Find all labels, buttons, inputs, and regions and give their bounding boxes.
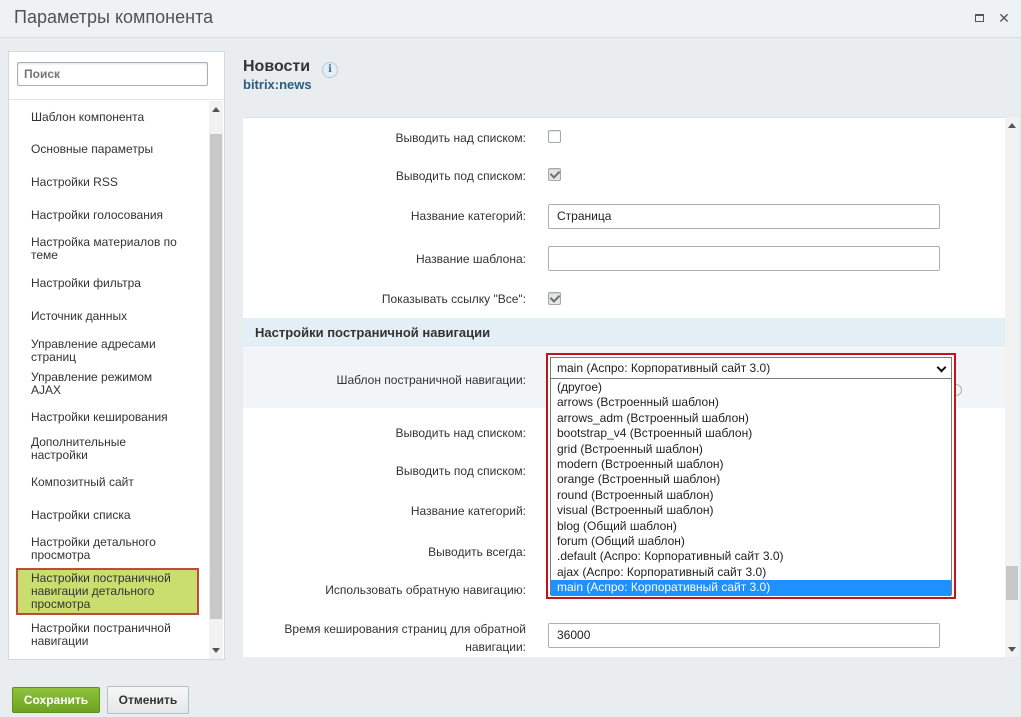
select-option[interactable]: bootstrap_v4 (Встроенный шаблон) <box>551 426 951 441</box>
select-option[interactable]: forum (Общий шаблон) <box>551 534 951 549</box>
sidebar-item-additional[interactable]: Дополнительные настройки <box>19 436 197 462</box>
sidebar-item-related[interactable]: Настройка материалов по теме <box>19 235 197 263</box>
field-label: Название категорий: <box>410 504 526 518</box>
dialog-titlebar: Параметры компонента ✕ <box>0 0 1021 38</box>
select-option[interactable]: visual (Встроенный шаблон) <box>551 503 951 518</box>
category-title-input[interactable]: Страница <box>548 204 940 229</box>
sidebar-item-caching[interactable]: Настройки кеширования <box>19 410 197 424</box>
scroll-down-icon[interactable] <box>212 648 220 653</box>
maximize-icon[interactable] <box>972 11 986 25</box>
divider <box>9 99 224 100</box>
cancel-button[interactable]: Отменить <box>107 686 189 714</box>
sidebar-item-list[interactable]: Настройки списка <box>19 508 197 522</box>
field-label: Выводить всегда: <box>428 545 526 559</box>
section-heading: Настройки постраничной навигации <box>243 318 1005 347</box>
cache-time-label: Время кеширования страниц для обратной н… <box>284 622 526 654</box>
sidebar-item-main-params[interactable]: Основные параметры <box>19 142 197 156</box>
sidebar: Шаблон компонента Основные параметры Нас… <box>8 51 225 660</box>
select-option[interactable]: orange (Встроенный шаблон) <box>551 472 951 487</box>
sidebar-item-detail-pager[interactable]: Настройки постраничной навигации детальн… <box>17 569 198 614</box>
select-option[interactable]: blog (Общий шаблон) <box>551 519 951 534</box>
field-label: Выводить над списком: <box>395 131 526 145</box>
save-button[interactable]: Сохранить <box>12 687 100 713</box>
chevron-down-icon[interactable] <box>936 362 947 373</box>
select-option[interactable]: ajax (Аспро: Корпоративный сайт 3.0) <box>551 565 951 580</box>
cache-time-input[interactable]: 36000 <box>548 623 940 648</box>
scroll-up-icon[interactable] <box>212 107 220 112</box>
sidebar-item-data-source[interactable]: Источник данных <box>19 309 197 323</box>
sidebar-item-component-template[interactable]: Шаблон компонента <box>19 110 197 124</box>
field-label: Выводить под списком: <box>395 464 526 478</box>
field-label: Выводить под списком: <box>395 169 526 183</box>
field-label: Шаблон постраничной навигации: <box>336 373 527 387</box>
template-title-input[interactable] <box>548 246 940 271</box>
sidebar-item-pager[interactable]: Настройки постраничной навигации <box>19 621 197 649</box>
bottom-pager-checkbox[interactable] <box>548 168 561 181</box>
field-label: Использовать обратную навигацию: <box>325 583 526 597</box>
field-label: Название шаблона: <box>415 252 526 266</box>
show-all-checkbox[interactable] <box>548 292 561 305</box>
field-label: Выводить над списком: <box>395 426 526 440</box>
component-title: Новости <box>243 58 311 75</box>
field-label: Показывать ссылку "Все": <box>381 292 526 306</box>
scroll-up-icon[interactable] <box>1008 123 1016 128</box>
sidebar-scroll-thumb[interactable] <box>210 134 222 619</box>
select-current-value[interactable]: main (Аспро: Корпоративный сайт 3.0) <box>550 357 952 379</box>
select-option-selected[interactable]: main (Аспро: Корпоративный сайт 3.0) <box>551 580 951 596</box>
info-icon[interactable]: i <box>322 62 338 78</box>
sidebar-item-composite[interactable]: Композитный сайт <box>19 475 197 489</box>
sidebar-item-ajax[interactable]: Управление режимом AJAX <box>19 371 197 397</box>
sidebar-item-voting[interactable]: Настройки голосования <box>19 208 197 222</box>
search-input[interactable] <box>17 62 208 86</box>
scroll-down-icon[interactable] <box>1008 647 1016 652</box>
select-option[interactable]: (другое) <box>551 380 951 395</box>
top-pager-checkbox[interactable] <box>548 130 561 143</box>
select-option[interactable]: arrows_adm (Встроенный шаблон) <box>551 411 951 426</box>
field-label: Название категорий: <box>410 209 526 223</box>
sidebar-item-detail[interactable]: Настройки детального просмотра <box>19 535 197 563</box>
sidebar-item-filter[interactable]: Настройки фильтра <box>19 276 197 290</box>
sidebar-item-rss[interactable]: Настройки RSS <box>19 175 197 189</box>
component-code: bitrix:news <box>243 77 312 92</box>
select-option[interactable]: grid (Встроенный шаблон) <box>551 442 951 457</box>
dialog-title: Параметры компонента <box>14 7 214 27</box>
main-scroll-thumb[interactable] <box>1006 566 1018 600</box>
pager-template-select[interactable]: main (Аспро: Корпоративный сайт 3.0) (др… <box>546 353 956 599</box>
sidebar-item-page-urls[interactable]: Управление адресами страниц <box>19 337 197 365</box>
select-option[interactable]: .default (Аспро: Корпоративный сайт 3.0) <box>551 549 951 564</box>
select-option[interactable]: arrows (Встроенный шаблон) <box>551 395 951 410</box>
close-icon[interactable]: ✕ <box>997 11 1011 25</box>
select-option[interactable]: round (Встроенный шаблон) <box>551 488 951 503</box>
select-options-list[interactable]: (другое) arrows (Встроенный шаблон) arro… <box>550 379 952 596</box>
select-option[interactable]: modern (Встроенный шаблон) <box>551 457 951 472</box>
